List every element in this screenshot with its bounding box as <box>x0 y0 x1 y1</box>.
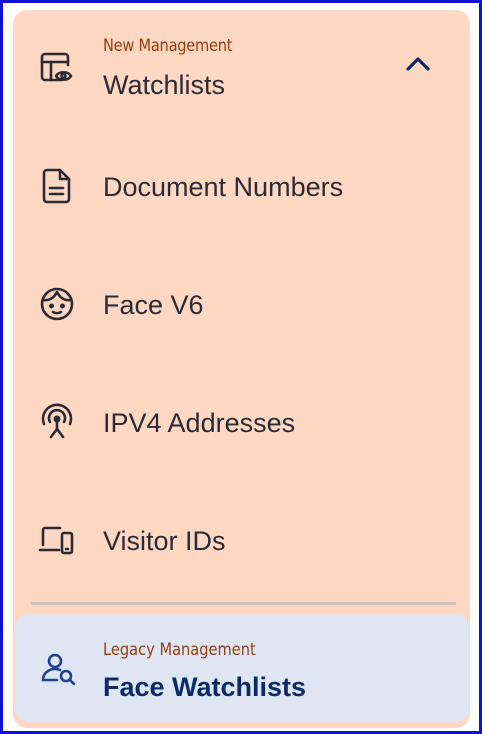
nav-item-document-numbers[interactable]: Document Numbers <box>13 128 470 246</box>
chevron-up-icon[interactable] <box>404 54 432 74</box>
broadcast-antenna-icon <box>41 403 73 439</box>
nav-item-label: Visitor IDs <box>103 526 226 556</box>
section-divider <box>31 602 456 605</box>
nav-item-ipv4-addresses[interactable]: IPV4 Addresses <box>13 364 470 482</box>
nav-item-face-watchlists[interactable]: Legacy Management Face Watchlists <box>15 614 470 722</box>
document-icon <box>42 168 71 204</box>
legacy-management-eyebrow: Legacy Management <box>103 640 256 660</box>
watchlists-group-header[interactable]: New Management Watchlists <box>13 10 470 128</box>
window-frame: New Management Watchlists Document Numbe… <box>0 0 482 734</box>
new-management-eyebrow: New Management <box>103 36 233 56</box>
watchlists-group-title: Watchlists <box>103 70 226 100</box>
devices-icon <box>38 526 74 555</box>
watchlist-eye-icon <box>40 52 73 82</box>
nav-item-face-v6[interactable]: Face V6 <box>13 246 470 364</box>
nav-item-label: IPV4 Addresses <box>103 408 296 438</box>
nav-item-label: Document Numbers <box>103 172 344 202</box>
face-icon <box>40 287 74 321</box>
watchlists-nav-panel: New Management Watchlists Document Numbe… <box>13 10 470 728</box>
nav-item-label: Face V6 <box>103 290 204 320</box>
nav-item-visitor-ids[interactable]: Visitor IDs <box>13 482 470 600</box>
user-search-icon <box>41 653 76 686</box>
face-watchlists-label: Face Watchlists <box>103 672 307 702</box>
